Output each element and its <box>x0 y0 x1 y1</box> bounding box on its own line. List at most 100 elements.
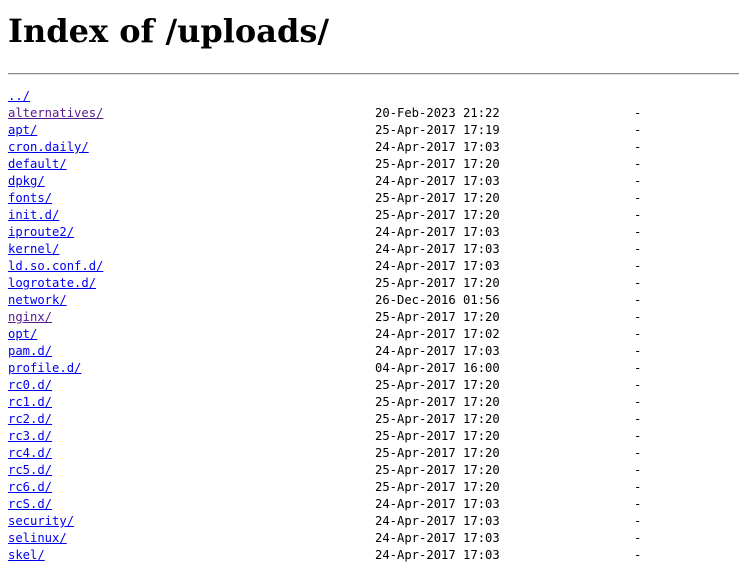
divider <box>8 73 739 75</box>
directory-link[interactable]: opt/ <box>8 326 37 343</box>
file-size: - <box>634 106 642 120</box>
list-item: cron.daily/24-Apr-2017 17:03 - <box>8 139 739 156</box>
file-size: - <box>634 463 642 477</box>
file-size: - <box>634 378 642 392</box>
list-item: rc0.d/25-Apr-2017 17:20 - <box>8 377 739 394</box>
directory-link[interactable]: rc3.d/ <box>8 428 52 445</box>
directory-link[interactable]: alternatives/ <box>8 105 103 122</box>
list-item: init.d/25-Apr-2017 17:20 - <box>8 207 739 224</box>
modified-date: 25-Apr-2017 17:20 <box>375 191 500 205</box>
list-item: ../ <box>8 88 739 105</box>
modified-date: 25-Apr-2017 17:20 <box>375 463 500 477</box>
file-size: - <box>634 327 642 341</box>
directory-link[interactable]: default/ <box>8 156 67 173</box>
directory-link[interactable]: apt/ <box>8 122 37 139</box>
directory-link[interactable]: rcS.d/ <box>8 496 52 513</box>
list-item: opt/24-Apr-2017 17:02 - <box>8 326 739 343</box>
file-size: - <box>634 531 642 545</box>
file-size: - <box>634 293 642 307</box>
list-item: security/24-Apr-2017 17:03 - <box>8 513 739 530</box>
list-item: pam.d/24-Apr-2017 17:03 - <box>8 343 739 360</box>
file-size: - <box>634 514 642 528</box>
modified-date: 25-Apr-2017 17:20 <box>375 429 500 443</box>
modified-date: 24-Apr-2017 17:03 <box>375 225 500 239</box>
modified-date: 25-Apr-2017 17:20 <box>375 208 500 222</box>
file-size: - <box>634 446 642 460</box>
directory-link[interactable]: rc4.d/ <box>8 445 52 462</box>
modified-date: 25-Apr-2017 17:20 <box>375 157 500 171</box>
directory-link[interactable]: kernel/ <box>8 241 59 258</box>
directory-link[interactable]: rc5.d/ <box>8 462 52 479</box>
directory-link[interactable]: rc2.d/ <box>8 411 52 428</box>
list-item: rc2.d/25-Apr-2017 17:20 - <box>8 411 739 428</box>
directory-link[interactable]: dpkg/ <box>8 173 45 190</box>
file-size: - <box>634 344 642 358</box>
modified-date: 25-Apr-2017 17:20 <box>375 446 500 460</box>
modified-date: 24-Apr-2017 17:03 <box>375 242 500 256</box>
modified-date: 24-Apr-2017 17:03 <box>375 548 500 562</box>
list-item: selinux/24-Apr-2017 17:03 - <box>8 530 739 547</box>
modified-date: 25-Apr-2017 17:20 <box>375 480 500 494</box>
file-size: - <box>634 174 642 188</box>
list-item: rc6.d/25-Apr-2017 17:20 - <box>8 479 739 496</box>
directory-link[interactable]: cron.daily/ <box>8 139 89 156</box>
list-item: rc3.d/25-Apr-2017 17:20 - <box>8 428 739 445</box>
directory-link[interactable]: logrotate.d/ <box>8 275 96 292</box>
file-size: - <box>634 361 642 375</box>
list-item: rc5.d/25-Apr-2017 17:20 - <box>8 462 739 479</box>
modified-date: 25-Apr-2017 17:20 <box>375 276 500 290</box>
list-item: network/26-Dec-2016 01:56 - <box>8 292 739 309</box>
directory-link[interactable]: network/ <box>8 292 67 309</box>
list-item: rc4.d/25-Apr-2017 17:20 - <box>8 445 739 462</box>
file-size: - <box>634 548 642 562</box>
modified-date: 24-Apr-2017 17:03 <box>375 259 500 273</box>
directory-link[interactable]: init.d/ <box>8 207 59 224</box>
modified-date: 25-Apr-2017 17:20 <box>375 310 500 324</box>
modified-date: 24-Apr-2017 17:02 <box>375 327 500 341</box>
modified-date: 24-Apr-2017 17:03 <box>375 140 500 154</box>
directory-link[interactable]: pam.d/ <box>8 343 52 360</box>
directory-link[interactable]: profile.d/ <box>8 360 81 377</box>
file-size: - <box>634 480 642 494</box>
directory-link[interactable]: nginx/ <box>8 309 52 326</box>
list-item: ld.so.conf.d/24-Apr-2017 17:03 - <box>8 258 739 275</box>
directory-link[interactable]: iproute2/ <box>8 224 74 241</box>
directory-link[interactable]: selinux/ <box>8 530 67 547</box>
directory-link[interactable]: fonts/ <box>8 190 52 207</box>
directory-link[interactable]: rc6.d/ <box>8 479 52 496</box>
file-size: - <box>634 310 642 324</box>
list-item: alternatives/20-Feb-2023 21:22 - <box>8 105 739 122</box>
modified-date: 24-Apr-2017 17:03 <box>375 514 500 528</box>
modified-date: 25-Apr-2017 17:20 <box>375 378 500 392</box>
modified-date: 24-Apr-2017 17:03 <box>375 174 500 188</box>
file-size: - <box>634 395 642 409</box>
modified-date: 25-Apr-2017 17:19 <box>375 123 500 137</box>
directory-index-page: Index of /uploads/ ../alternatives/20-Fe… <box>0 0 739 564</box>
directory-link[interactable]: rc1.d/ <box>8 394 52 411</box>
file-size: - <box>634 412 642 426</box>
file-size: - <box>634 259 642 273</box>
directory-link[interactable]: ld.so.conf.d/ <box>8 258 103 275</box>
list-item: rcS.d/24-Apr-2017 17:03 - <box>8 496 739 513</box>
file-size: - <box>634 276 642 290</box>
list-item: iproute2/24-Apr-2017 17:03 - <box>8 224 739 241</box>
modified-date: 04-Apr-2017 16:00 <box>375 361 500 375</box>
file-size: - <box>634 429 642 443</box>
list-item: default/25-Apr-2017 17:20 - <box>8 156 739 173</box>
list-item: kernel/24-Apr-2017 17:03 - <box>8 241 739 258</box>
file-size: - <box>634 225 642 239</box>
list-item: fonts/25-Apr-2017 17:20 - <box>8 190 739 207</box>
directory-link[interactable]: rc0.d/ <box>8 377 52 394</box>
modified-date: 25-Apr-2017 17:20 <box>375 395 500 409</box>
modified-date: 24-Apr-2017 17:03 <box>375 531 500 545</box>
file-size: - <box>634 123 642 137</box>
parent-directory-link[interactable]: ../ <box>8 88 30 105</box>
file-listing: ../alternatives/20-Feb-2023 21:22 - apt/25… <box>8 88 739 564</box>
modified-date: 20-Feb-2023 21:22 <box>375 106 500 120</box>
directory-link[interactable]: security/ <box>8 513 74 530</box>
directory-link[interactable]: skel/ <box>8 547 45 564</box>
list-item: skel/24-Apr-2017 17:03 - <box>8 547 739 564</box>
file-size: - <box>634 191 642 205</box>
list-item: dpkg/24-Apr-2017 17:03 - <box>8 173 739 190</box>
list-item: nginx/25-Apr-2017 17:20 - <box>8 309 739 326</box>
